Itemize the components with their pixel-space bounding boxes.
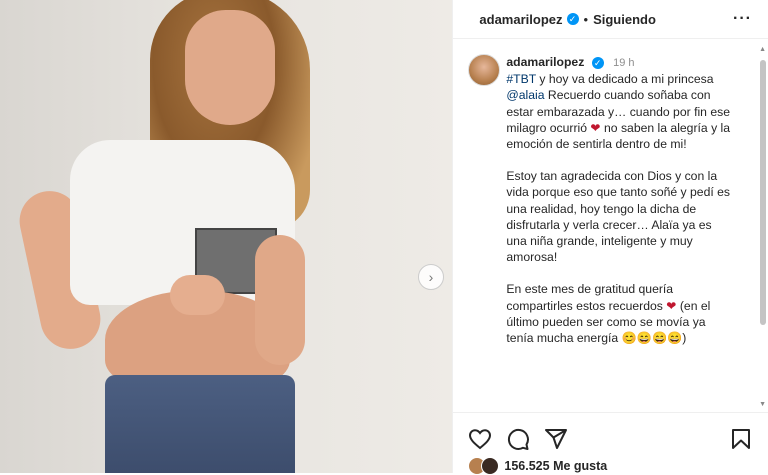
caption-text: adamarilopez ✓ 19 h #TBT y hoy va dedica… — [506, 54, 734, 362]
caption-text-3a: En este mes de gratitud quería compartir… — [506, 282, 674, 313]
chevron-right-icon: › — [428, 269, 434, 285]
caption-paragraph-3: En este mes de gratitud quería compartir… — [506, 281, 734, 346]
verified-badge-icon: ✓ — [566, 13, 579, 25]
verified-badge-icon: ✓ — [591, 56, 604, 69]
post-sidebar: adamarilopez ✓ • Siguiendo ··· adamarilo… — [452, 0, 768, 475]
more-options-icon[interactable]: ··· — [733, 10, 752, 28]
share-icon[interactable] — [544, 427, 568, 451]
action-bar: 156.525 Me gusta — [453, 412, 768, 475]
caption-section: adamarilopez ✓ 19 h #TBT y hoy va dedica… — [468, 52, 753, 407]
liker-avatar — [481, 457, 500, 475]
photo-hand — [170, 275, 225, 315]
next-slide-button[interactable]: › — [418, 264, 444, 290]
mention-alaia[interactable]: @alaia — [506, 88, 544, 102]
caption-paragraph-1: adamarilopez ✓ 19 h #TBT y hoy va dedica… — [506, 54, 734, 152]
header-username[interactable]: adamarilopez — [479, 12, 562, 27]
photo-arm-right — [255, 235, 305, 365]
scroll-up-icon[interactable]: ▲ — [759, 46, 766, 53]
scroll-down-icon[interactable]: ▼ — [759, 401, 766, 408]
post-time[interactable]: 19 h — [613, 57, 634, 69]
heart-emoji: ❤ — [590, 120, 601, 135]
caption-text-3c: ) — [682, 331, 687, 346]
post-photo[interactable]: › — [0, 0, 453, 473]
avatar[interactable] — [468, 54, 501, 86]
likes-row[interactable]: 156.525 Me gusta — [468, 457, 607, 475]
following-button[interactable]: Siguiendo — [593, 12, 656, 27]
separator-dot: • — [583, 11, 589, 27]
heart-outline-icon[interactable] — [468, 427, 492, 451]
caption-text-1a: y hoy va dedicado a mi princesa — [539, 72, 714, 87]
photo-face — [185, 10, 275, 125]
caption-username[interactable]: adamarilopez — [506, 55, 584, 69]
heart-emoji: ❤ — [666, 298, 677, 313]
caption-paragraph-2: Estoy tan agradecida con Dios y con la v… — [506, 169, 731, 265]
scrollbar-thumb[interactable] — [760, 60, 766, 325]
smile-emojis: 😊😄😄😄 — [621, 331, 683, 346]
post-modal: › adamarilopez ✓ • Siguiendo ··· adamari… — [0, 0, 768, 475]
photo-jeans — [105, 375, 295, 473]
hashtag-tbt[interactable]: #TBT — [506, 72, 536, 86]
bookmark-icon[interactable] — [729, 427, 753, 451]
likes-count[interactable]: 156.525 Me gusta — [504, 459, 607, 473]
comment-icon[interactable] — [506, 427, 530, 451]
post-header: adamarilopez ✓ • Siguiendo ··· — [453, 0, 768, 39]
